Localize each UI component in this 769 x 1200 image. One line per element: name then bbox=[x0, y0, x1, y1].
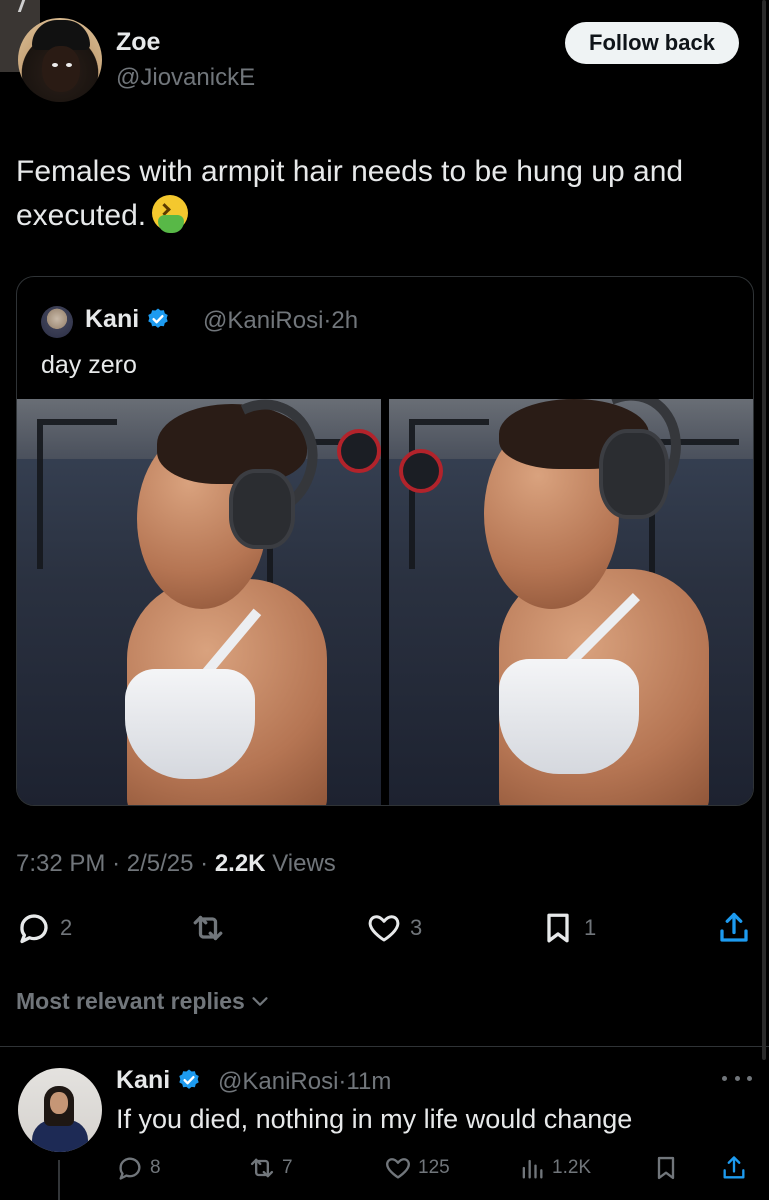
reply-text: If you died, nothing in my life would ch… bbox=[116, 1104, 633, 1134]
thread-line bbox=[58, 1160, 60, 1200]
bookmark-icon bbox=[547, 913, 569, 943]
quote-meta: @KaniRosi·2h bbox=[203, 307, 359, 334]
author-name[interactable]: Zoe bbox=[116, 28, 160, 57]
repost-action-button[interactable] bbox=[190, 910, 226, 946]
repost-icon bbox=[250, 1158, 274, 1178]
reply-like-button[interactable]: 125 bbox=[384, 1154, 450, 1182]
quoted-tweet-card[interactable]: Kani @KaniRosi·2h day zero bbox=[16, 276, 754, 806]
tweet-timestamp[interactable]: 7:32 PM · 2/5/25 · 2.2K Views bbox=[16, 850, 336, 878]
follow-back-button[interactable]: Follow back bbox=[565, 22, 739, 64]
tweet-text-content: Females with armpit hair needs to be hun… bbox=[16, 155, 684, 232]
reply-repost-button[interactable]: 7 bbox=[248, 1154, 293, 1182]
quote-text: day zero bbox=[41, 351, 137, 379]
quote-photo-2[interactable] bbox=[389, 399, 753, 805]
reply-bubble-icon bbox=[119, 1157, 141, 1180]
verified-badge-icon bbox=[148, 308, 168, 328]
scrollbar[interactable] bbox=[762, 0, 766, 1060]
bookmark-count: 1 bbox=[584, 915, 597, 940]
reply-bubble-icon bbox=[20, 914, 48, 944]
reply-bookmark-button[interactable] bbox=[652, 1154, 680, 1182]
bookmark-action-button[interactable]: 1 bbox=[540, 910, 596, 946]
reply-author-avatar[interactable] bbox=[18, 1068, 102, 1152]
like-action-button[interactable]: 3 bbox=[366, 910, 422, 946]
views-count: 2.2K bbox=[214, 850, 266, 877]
views-label: Views bbox=[272, 850, 336, 877]
chevron-down-icon bbox=[252, 996, 268, 1006]
views-chart-icon bbox=[522, 1159, 543, 1179]
heart-icon bbox=[368, 915, 400, 942]
section-divider bbox=[0, 1046, 769, 1047]
replies-sort-dropdown[interactable]: Most relevant replies bbox=[16, 988, 271, 1015]
heart-icon bbox=[386, 1158, 410, 1179]
quote-photo-1[interactable] bbox=[17, 399, 381, 805]
reply-share-button[interactable] bbox=[720, 1154, 748, 1182]
repost-icon bbox=[193, 915, 223, 941]
reply-reply-count: 8 bbox=[150, 1157, 161, 1178]
share-icon bbox=[720, 912, 748, 942]
reply-author-name[interactable]: Kani bbox=[116, 1066, 201, 1095]
author-handle[interactable]: @JiovanickE bbox=[116, 64, 255, 92]
reply-count: 2 bbox=[60, 915, 73, 940]
reply-views-button[interactable]: 1.2K bbox=[518, 1154, 591, 1182]
quote-author-name: Kani bbox=[85, 305, 170, 334]
vomiting-face-emoji-icon bbox=[152, 195, 189, 233]
more-options-icon[interactable] bbox=[722, 1068, 752, 1088]
share-icon bbox=[723, 1156, 745, 1179]
tweet-detail-page: Zoe @JiovanickE Follow back Females with… bbox=[0, 0, 769, 1200]
quote-author-avatar bbox=[41, 306, 73, 338]
reply-reply-button[interactable]: 8 bbox=[116, 1154, 161, 1182]
verified-badge-icon bbox=[179, 1069, 199, 1089]
reply-repost-count: 7 bbox=[282, 1157, 293, 1178]
reply-action-button[interactable]: 2 bbox=[16, 910, 72, 946]
tweet-text: Females with armpit hair needs to be hun… bbox=[16, 150, 756, 238]
author-avatar[interactable] bbox=[18, 18, 102, 102]
like-count: 3 bbox=[410, 915, 423, 940]
share-action-button[interactable] bbox=[716, 910, 752, 946]
reply-views-count: 1.2K bbox=[552, 1157, 592, 1178]
reply-like-count: 125 bbox=[418, 1157, 450, 1178]
reply-meta: @KaniRosi·11m bbox=[218, 1068, 392, 1095]
bookmark-icon bbox=[657, 1156, 675, 1180]
